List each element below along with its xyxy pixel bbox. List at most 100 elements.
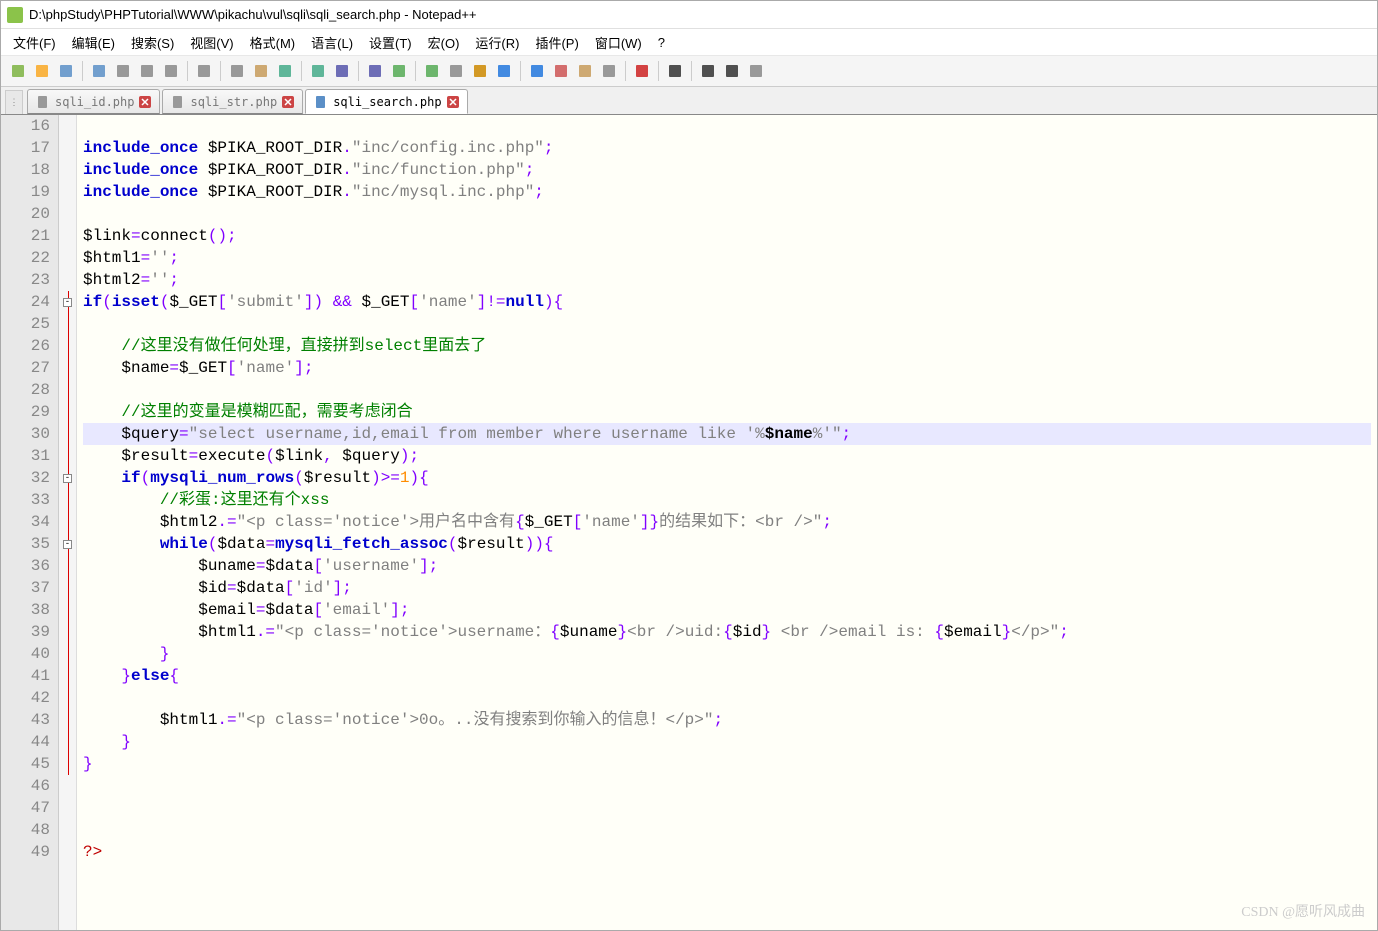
- fold-cell[interactable]: -: [59, 467, 76, 489]
- menu-help[interactable]: ?: [650, 32, 673, 53]
- menu-settings[interactable]: 设置(T): [361, 30, 420, 55]
- fold-cell[interactable]: [59, 401, 76, 423]
- cut-button[interactable]: [193, 60, 215, 82]
- tab-sqli_search-php[interactable]: sqli_search.php: [305, 89, 467, 114]
- fold-cell[interactable]: [59, 423, 76, 445]
- fold-cell[interactable]: [59, 841, 76, 863]
- lang-button[interactable]: [550, 60, 572, 82]
- close-all-button[interactable]: [136, 60, 158, 82]
- editor[interactable]: 1617181920212223242526272829303132333435…: [1, 115, 1377, 930]
- code-line[interactable]: //这里没有做任何处理，直接拼到select里面去了: [83, 335, 1371, 357]
- code-line[interactable]: $html2.="<p class='notice'>用户名中含有{$_GET[…: [83, 511, 1371, 533]
- tab-sqli_str-php[interactable]: sqli_str.php: [162, 89, 303, 114]
- code-line[interactable]: ?>: [83, 841, 1371, 863]
- code-line[interactable]: if(mysqli_num_rows($result)>=1){: [83, 467, 1371, 489]
- fold-cell[interactable]: [59, 357, 76, 379]
- code-line[interactable]: include_once $PIKA_ROOT_DIR."inc/functio…: [83, 159, 1371, 181]
- code-line[interactable]: }: [83, 643, 1371, 665]
- play-button[interactable]: [697, 60, 719, 82]
- code-line[interactable]: //彩蛋:这里还有个xss: [83, 489, 1371, 511]
- fold-cell[interactable]: [59, 731, 76, 753]
- code-line[interactable]: include_once $PIKA_ROOT_DIR."inc/config.…: [83, 137, 1371, 159]
- code-line[interactable]: $query="select username,id,email from me…: [83, 423, 1371, 445]
- play-multi-button[interactable]: [721, 60, 743, 82]
- sync-button[interactable]: [445, 60, 467, 82]
- zoom-in-button[interactable]: [388, 60, 410, 82]
- code-line[interactable]: $html1.="<p class='notice'>0o。..没有搜索到你输入…: [83, 709, 1371, 731]
- code-line[interactable]: $html1.="<p class='notice'>username：{$un…: [83, 621, 1371, 643]
- code-line[interactable]: include_once $PIKA_ROOT_DIR."inc/mysql.i…: [83, 181, 1371, 203]
- menu-macro[interactable]: 宏(O): [420, 30, 468, 55]
- code-line[interactable]: //这里的变量是模糊匹配，需要考虑闭合: [83, 401, 1371, 423]
- fold-cell[interactable]: [59, 643, 76, 665]
- menu-file[interactable]: 文件(F): [5, 30, 64, 55]
- code-line[interactable]: $link=connect();: [83, 225, 1371, 247]
- code-line[interactable]: while($data=mysqli_fetch_assoc($result))…: [83, 533, 1371, 555]
- code-line[interactable]: $name=$_GET['name'];: [83, 357, 1371, 379]
- fold-cell[interactable]: [59, 819, 76, 841]
- tab-sqli_id-php[interactable]: sqli_id.php: [27, 89, 160, 114]
- tab-margin-handle[interactable]: ⋮: [5, 90, 23, 114]
- fold-cell[interactable]: [59, 247, 76, 269]
- menu-run[interactable]: 运行(R): [467, 30, 527, 55]
- fold-cell[interactable]: [59, 555, 76, 577]
- fold-cell[interactable]: [59, 203, 76, 225]
- show-chars-button[interactable]: [493, 60, 515, 82]
- code-line[interactable]: $id=$data['id'];: [83, 577, 1371, 599]
- new-button[interactable]: [7, 60, 29, 82]
- list-button[interactable]: [745, 60, 767, 82]
- print-button[interactable]: [160, 60, 182, 82]
- open-button[interactable]: [31, 60, 53, 82]
- folder-button[interactable]: [574, 60, 596, 82]
- replace-button[interactable]: [364, 60, 386, 82]
- stop-button[interactable]: [664, 60, 686, 82]
- fold-cell[interactable]: -: [59, 291, 76, 313]
- menu-language[interactable]: 语言(L): [303, 30, 361, 55]
- fold-cell[interactable]: [59, 269, 76, 291]
- menu-format[interactable]: 格式(M): [242, 30, 304, 55]
- menu-search[interactable]: 搜索(S): [123, 30, 182, 55]
- paste-button[interactable]: [250, 60, 272, 82]
- redo-button[interactable]: [307, 60, 329, 82]
- wrap-button[interactable]: [469, 60, 491, 82]
- fold-cell[interactable]: [59, 665, 76, 687]
- fold-cell[interactable]: [59, 181, 76, 203]
- code-line[interactable]: if(isset($_GET['submit']) && $_GET['name…: [83, 291, 1371, 313]
- code-area[interactable]: include_once $PIKA_ROOT_DIR."inc/config.…: [77, 115, 1377, 930]
- fold-cell[interactable]: [59, 753, 76, 775]
- code-line[interactable]: [83, 687, 1371, 709]
- code-line[interactable]: [83, 203, 1371, 225]
- fold-box[interactable]: -: [63, 298, 72, 307]
- fold-cell[interactable]: [59, 511, 76, 533]
- undo-button[interactable]: [274, 60, 296, 82]
- fold-box[interactable]: -: [63, 540, 72, 549]
- find-button[interactable]: [331, 60, 353, 82]
- fold-cell[interactable]: [59, 137, 76, 159]
- menu-window[interactable]: 窗口(W): [587, 30, 650, 55]
- close-icon[interactable]: [139, 96, 151, 108]
- fold-cell[interactable]: [59, 159, 76, 181]
- fold-cell[interactable]: [59, 115, 76, 137]
- fold-cell[interactable]: [59, 599, 76, 621]
- fold-cell[interactable]: [59, 489, 76, 511]
- menu-plugins[interactable]: 插件(P): [527, 30, 586, 55]
- close-button[interactable]: [112, 60, 134, 82]
- fold-cell[interactable]: [59, 621, 76, 643]
- fold-cell[interactable]: [59, 775, 76, 797]
- fold-cell[interactable]: -: [59, 533, 76, 555]
- code-line[interactable]: }else{: [83, 665, 1371, 687]
- code-line[interactable]: $uname=$data['username'];: [83, 555, 1371, 577]
- menu-edit[interactable]: 编辑(E): [64, 30, 123, 55]
- code-line[interactable]: }: [83, 731, 1371, 753]
- eye-button[interactable]: [598, 60, 620, 82]
- code-line[interactable]: [83, 313, 1371, 335]
- code-line[interactable]: [83, 819, 1371, 841]
- fold-cell[interactable]: [59, 687, 76, 709]
- zoom-out-button[interactable]: [421, 60, 443, 82]
- fold-cell[interactable]: [59, 313, 76, 335]
- code-line[interactable]: [83, 379, 1371, 401]
- fold-cell[interactable]: [59, 225, 76, 247]
- copy-button[interactable]: [226, 60, 248, 82]
- code-line[interactable]: $html1='';: [83, 247, 1371, 269]
- code-line[interactable]: [83, 775, 1371, 797]
